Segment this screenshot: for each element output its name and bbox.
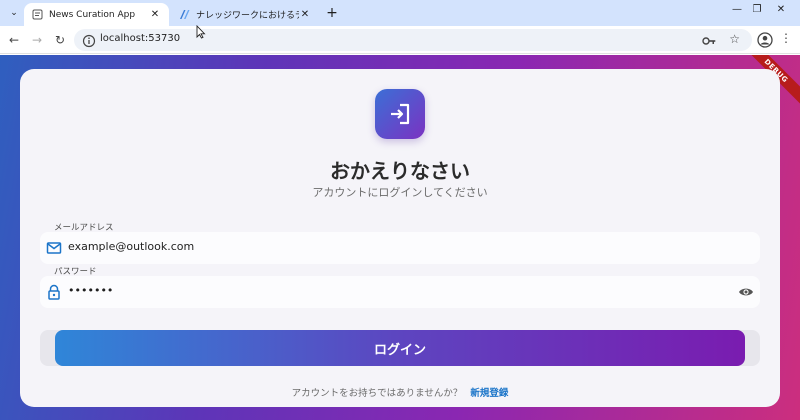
tab-strip: ⌄ News Curation App ✕ ナレッジワークにおけるデータ基盤の …	[0, 0, 800, 26]
tab-knowledgework[interactable]: ナレッジワークにおけるデータ基盤の ✕	[171, 3, 319, 26]
eye-icon[interactable]	[738, 284, 754, 300]
page-icon	[32, 9, 43, 20]
minimize-icon[interactable]: —	[728, 4, 746, 15]
password-key-icon[interactable]	[702, 33, 716, 47]
bookmark-star-icon[interactable]: ☆	[729, 32, 740, 46]
tab-title: News Curation App	[49, 9, 136, 20]
login-button[interactable]: ログイン	[55, 330, 745, 366]
login-icon	[391, 103, 410, 125]
signup-row: アカウントをお持ちではありませんか？ 新規登録	[20, 385, 780, 399]
tab-title: ナレッジワークにおけるデータ基盤の	[196, 11, 299, 21]
new-tab-button[interactable]: +	[324, 5, 340, 21]
close-window-icon[interactable]: ✕	[772, 4, 790, 15]
signup-prompt: アカウントをお持ちではありませんか？	[291, 388, 463, 399]
page-subtitle: アカウントにログインしてください	[312, 186, 488, 199]
profile-icon[interactable]	[757, 32, 773, 48]
password-label: パスワード	[54, 267, 97, 277]
knowledgework-logo-icon	[179, 9, 190, 20]
forward-icon[interactable]: →	[29, 32, 45, 48]
login-button-container: ログイン	[40, 330, 760, 366]
url-text: localhost:53730	[100, 33, 181, 44]
page-title: おかえりなさい	[330, 159, 470, 183]
browser-toolbar: ← → ↻ localhost:53730 ☆ ⋮	[0, 26, 800, 54]
reload-icon[interactable]: ↻	[52, 32, 68, 48]
close-tab-icon[interactable]: ✕	[299, 9, 311, 20]
login-card: おかえりなさい アカウントにログインしてください メールアドレス example…	[20, 69, 780, 407]
tab-search-button[interactable]: ⌄	[6, 5, 22, 21]
email-value: example@outlook.com	[68, 240, 195, 253]
password-field[interactable]: パスワード •••••••	[40, 267, 760, 308]
back-icon[interactable]: ←	[6, 32, 22, 48]
email-label: メールアドレス	[54, 223, 114, 233]
email-field[interactable]: メールアドレス example@outlook.com	[40, 223, 760, 264]
site-info-icon[interactable]	[82, 33, 96, 48]
email-icon	[46, 240, 62, 256]
browser-menu-icon[interactable]: ⋮	[780, 31, 792, 45]
mouse-cursor-icon	[196, 25, 206, 39]
signup-link[interactable]: 新規登録	[470, 388, 508, 399]
close-tab-icon[interactable]: ✕	[149, 9, 161, 20]
tab-news-curation[interactable]: News Curation App ✕	[24, 3, 169, 26]
app-background: DEBUG おかえりなさい アカウントにログインしてください メールアドレス e…	[0, 55, 800, 420]
restore-icon[interactable]: ❐	[748, 4, 766, 15]
lock-icon	[46, 284, 62, 300]
address-bar[interactable]: localhost:53730 ☆	[74, 29, 752, 51]
login-logo-tile	[375, 89, 425, 139]
password-value: •••••••	[68, 284, 114, 297]
